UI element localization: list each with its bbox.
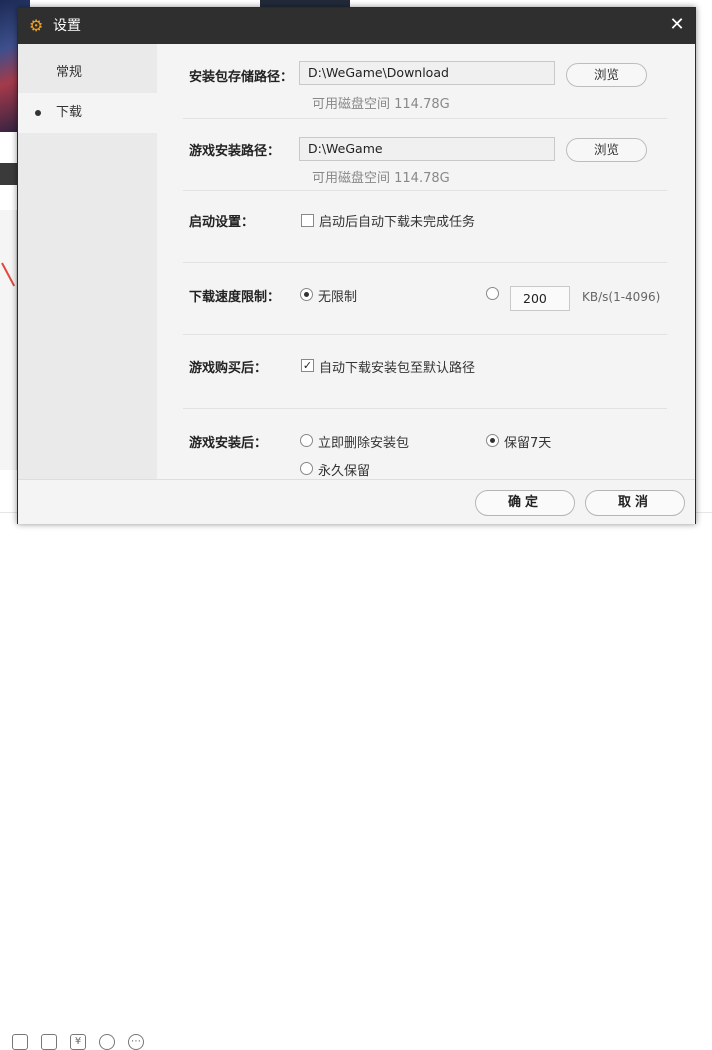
auto-download-option-label[interactable]: 自动下载安装包至默认路径 xyxy=(319,357,475,376)
gear-icon: ⚙ xyxy=(29,16,44,35)
limit-radio[interactable] xyxy=(486,287,499,300)
sidebar-item-label: 常规 xyxy=(56,65,83,80)
keep-forever-label[interactable]: 永久保留 xyxy=(318,460,370,479)
startup-option-label[interactable]: 启动后自动下载未完成任务 xyxy=(319,211,475,230)
package-path-browse-button[interactable]: 浏览 xyxy=(566,63,647,87)
sidebar-item-download[interactable]: 下载 xyxy=(18,93,157,133)
divider xyxy=(183,190,667,191)
close-button[interactable]: ✕ xyxy=(667,15,687,35)
delete-immediately-label[interactable]: 立即删除安装包 xyxy=(318,432,409,451)
install-path-input[interactable]: D:\WeGame xyxy=(299,137,555,161)
auto-download-checkbox[interactable]: ✓ xyxy=(301,359,314,372)
unlimited-label[interactable]: 无限制 xyxy=(318,286,357,305)
speed-limit-label: 下载速度限制： xyxy=(189,290,281,305)
cancel-button[interactable]: 取消 xyxy=(585,490,685,516)
image-icon[interactable] xyxy=(12,1034,28,1050)
divider xyxy=(183,262,667,263)
unlimited-radio[interactable] xyxy=(300,288,313,301)
keep-forever-radio[interactable] xyxy=(300,462,313,475)
package-free-space: 可用磁盘空间 114.78G xyxy=(312,97,450,112)
record-icon[interactable] xyxy=(99,1034,115,1050)
install-path-label: 游戏安装路径： xyxy=(189,144,281,159)
divider xyxy=(183,334,667,335)
active-indicator-icon xyxy=(35,110,41,116)
dialog-footer: 确定 取消 xyxy=(18,479,695,524)
screenshot-icon[interactable] xyxy=(41,1034,57,1050)
settings-content: 安装包存储路径： D:\WeGame\Download 浏览 可用磁盘空间 11… xyxy=(157,44,695,479)
background-chat-panel xyxy=(0,210,17,470)
divider xyxy=(183,118,667,119)
delete-immediately-radio[interactable] xyxy=(300,434,313,447)
install-free-space: 可用磁盘空间 114.78G xyxy=(312,171,450,186)
after-purchase-label: 游戏购买后： xyxy=(189,361,268,376)
yen-icon[interactable]: ¥ xyxy=(70,1034,86,1050)
settings-dialog: ⚙ 设置 ✕ 常规 下载 安装包存储路径： D:\WeGame\Download… xyxy=(17,7,696,524)
divider xyxy=(183,408,667,409)
sidebar-item-label: 下载 xyxy=(56,105,83,120)
startup-label: 启动设置： xyxy=(189,215,255,230)
package-path-input[interactable]: D:\WeGame\Download xyxy=(299,61,555,85)
confirm-button[interactable]: 确定 xyxy=(475,490,575,516)
package-path-label: 安装包存储路径： xyxy=(189,70,294,85)
more-icon[interactable]: ⋯ xyxy=(128,1034,144,1050)
sidebar-item-general[interactable]: 常规 xyxy=(18,53,157,93)
keep-7-days-radio[interactable] xyxy=(486,434,499,447)
settings-sidebar: 常规 下载 xyxy=(18,44,157,479)
keep-7-days-label[interactable]: 保留7天 xyxy=(504,432,551,451)
startup-checkbox[interactable] xyxy=(301,214,314,227)
speed-limit-unit: KB/s(1-4096) xyxy=(582,290,661,304)
dialog-titlebar: ⚙ 设置 ✕ xyxy=(18,8,695,44)
after-install-label: 游戏安装后： xyxy=(189,436,268,451)
speed-limit-input[interactable]: 200 xyxy=(510,286,570,311)
install-path-browse-button[interactable]: 浏览 xyxy=(566,138,647,162)
dialog-title: 设置 xyxy=(53,18,81,34)
